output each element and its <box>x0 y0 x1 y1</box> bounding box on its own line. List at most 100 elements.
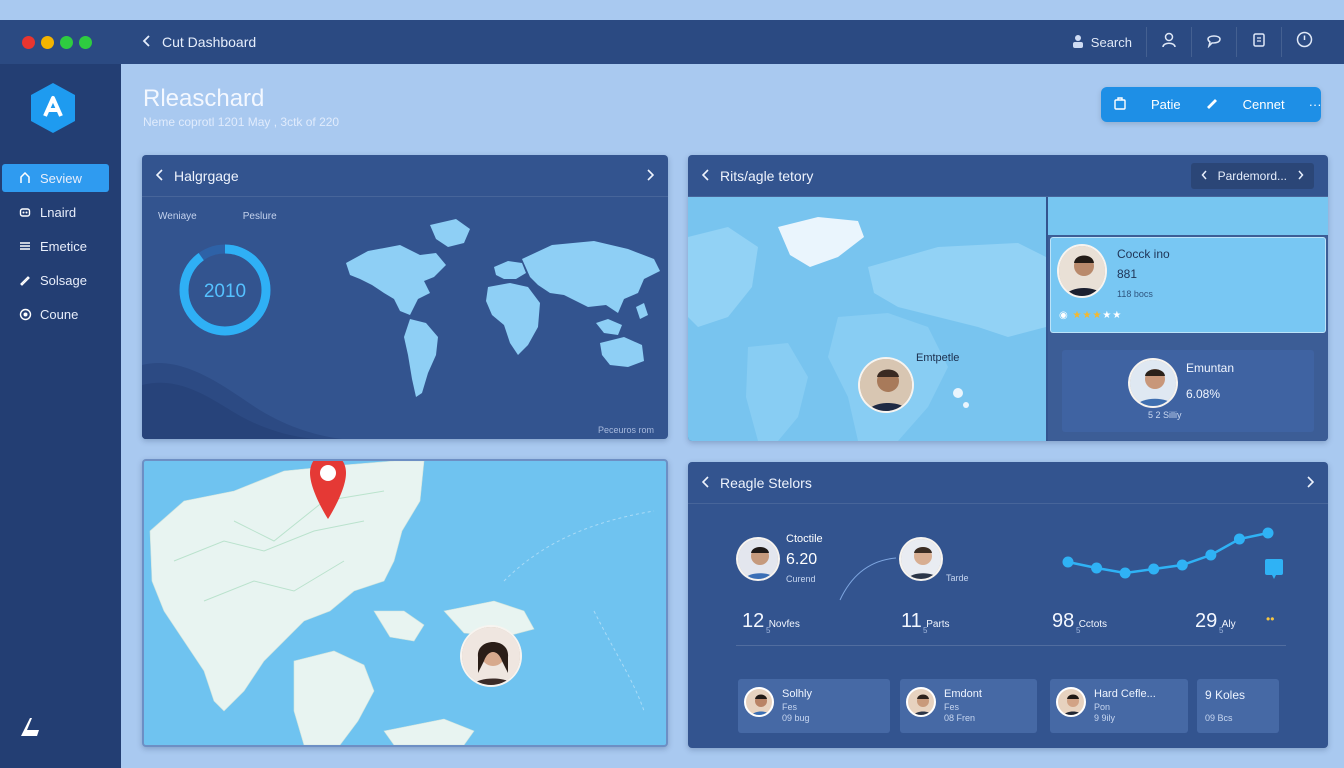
sidebar-item-solsage[interactable]: Solsage <box>2 266 109 294</box>
sidebar-item-emetice[interactable]: Emetice <box>2 232 109 260</box>
sidebar-item-label: Lnaird <box>40 204 77 220</box>
stat-value: 11 <box>901 610 922 632</box>
region-map[interactable]: Emtpetle <box>688 197 1046 441</box>
location-map-panel[interactable] <box>142 459 668 747</box>
world-map <box>346 219 660 397</box>
user-button[interactable] <box>1146 27 1191 57</box>
stat-novfes: 12 Novfes 5 <box>742 610 800 635</box>
cennet-label: Cennet <box>1242 97 1285 112</box>
user-sub: 118 bocs <box>1117 289 1153 299</box>
prev-chevron-icon[interactable] <box>701 168 710 184</box>
toolbar: Search <box>1057 27 1326 57</box>
avatar <box>1057 244 1107 298</box>
user-cards-column: Cocck ino 881 118 bocs ◉ ★★★★★ Emuntan 6… <box>1048 197 1328 441</box>
user-sub: 5 2 Silliy <box>1148 410 1182 420</box>
person-search-icon <box>1071 34 1085 51</box>
patie-label: Patie <box>1151 97 1181 112</box>
profile-extra: 09 Bcs <box>1205 713 1233 723</box>
prev-chevron-icon <box>1201 169 1208 183</box>
profile-card[interactable]: 9 Koles 09 Bcs <box>1197 679 1279 733</box>
column-header-strip <box>1048 197 1328 235</box>
user-card[interactable]: Cocck ino 881 118 bocs ◉ ★★★★★ <box>1050 237 1326 333</box>
sidebar-nav: Seview Lnaird Emetice Solsage Coune <box>2 164 109 334</box>
gear-icon <box>18 307 32 321</box>
avatar <box>744 687 774 717</box>
close-window-button[interactable] <box>22 35 35 49</box>
period-select-label: Pardemord... <box>1217 168 1287 183</box>
user-value: 6.08% <box>1186 387 1221 401</box>
star-icon: ★★★ <box>1072 310 1103 321</box>
profile-name: Emdont <box>944 688 982 700</box>
profile-extra: 08 Fren <box>944 713 976 723</box>
panel-title: Rits/agle tetory <box>720 167 814 184</box>
trend-point[interactable] <box>1233 533 1245 545</box>
user-card[interactable]: Emuntan 6.08% 5 2 Silliy <box>1062 350 1314 432</box>
more-dots-icon[interactable]: •• <box>1266 612 1274 626</box>
person-value: 6.20 <box>786 551 818 568</box>
minimize-window-button[interactable] <box>41 35 54 49</box>
next-chevron-icon[interactable] <box>1306 475 1315 491</box>
bot-icon <box>18 205 32 219</box>
profile-extra: 09 bug <box>782 713 810 723</box>
location-map <box>149 461 655 745</box>
back-chevron-icon[interactable] <box>142 34 152 50</box>
panel-title: Reagle Stelors <box>720 474 812 491</box>
profile-card[interactable]: Emdont Fes 08 Fren <box>900 679 1037 733</box>
page-title: Rleaschard <box>143 85 265 112</box>
more-icon: ··· <box>1308 97 1322 112</box>
period-select-button[interactable]: Pardemord... <box>1190 162 1314 189</box>
trend-point[interactable] <box>1176 559 1188 571</box>
sidebar-item-seview[interactable]: Seview <box>2 164 109 192</box>
clock-button[interactable] <box>1281 27 1326 57</box>
user-name: Cocck ino <box>1117 247 1170 261</box>
user-value: 881 <box>1117 267 1138 281</box>
chat-bubble-icon[interactable] <box>1264 558 1284 585</box>
next-chevron-icon[interactable] <box>646 168 655 184</box>
prev-chevron-icon[interactable] <box>155 168 164 184</box>
pencil-icon <box>1205 96 1219 113</box>
more-button[interactable]: ··· <box>1297 97 1334 112</box>
trend-point[interactable] <box>1119 567 1131 579</box>
profile-card[interactable]: Hard Cefle... Pon 9 9ily <box>1050 679 1188 733</box>
trend-point[interactable] <box>1091 562 1103 574</box>
trend-point[interactable] <box>1205 549 1217 561</box>
connector-line <box>839 557 897 601</box>
profile-sub: Pon <box>1094 702 1111 712</box>
profile-sub: Fes <box>944 702 960 712</box>
tab-weniaye[interactable]: Weniaye <box>158 211 197 222</box>
avatar <box>1128 358 1178 408</box>
stat-sub: 5 <box>1076 626 1081 635</box>
prev-chevron-icon[interactable] <box>701 475 710 491</box>
trend-point[interactable] <box>1062 556 1074 568</box>
window-title: Cut Dashboard <box>162 34 257 50</box>
progress-donut: 2010 <box>179 244 271 336</box>
home-icon <box>18 171 32 185</box>
patie-button[interactable]: Patie <box>1101 96 1193 113</box>
trend-point[interactable] <box>1262 527 1274 539</box>
stat-label: Novfes <box>768 619 800 630</box>
profile-card[interactable]: Solhly Fes 09 bug <box>738 679 890 733</box>
tab-peslure[interactable]: Peslure <box>243 211 277 222</box>
avatar[interactable] <box>736 537 780 581</box>
search-label: Search <box>1090 34 1132 50</box>
extra-window-button[interactable] <box>79 35 92 49</box>
info-icon: ◉ <box>1059 310 1069 321</box>
trend-point[interactable] <box>1148 563 1160 575</box>
chat-button[interactable] <box>1191 27 1236 57</box>
notes-button[interactable] <box>1236 27 1281 57</box>
brand-mark-icon <box>18 716 42 745</box>
maximize-window-button[interactable] <box>60 35 73 49</box>
clock-icon <box>1296 31 1313 53</box>
stat-label: Parts <box>926 619 950 630</box>
location-pin-icon[interactable] <box>308 461 348 526</box>
avatar[interactable] <box>460 625 522 687</box>
cennet-button[interactable]: Cennet <box>1193 96 1297 113</box>
star-empty-icon: ★★ <box>1102 310 1123 321</box>
sidebar-item-lnaird[interactable]: Lnaird <box>2 198 109 226</box>
app-logo[interactable] <box>29 82 77 134</box>
avatar[interactable] <box>858 357 914 413</box>
search-button[interactable]: Search <box>1057 34 1146 51</box>
stat-value: 98 <box>1052 610 1075 632</box>
sidebar-item-coune[interactable]: Coune <box>2 300 109 328</box>
avatar[interactable] <box>899 537 943 581</box>
